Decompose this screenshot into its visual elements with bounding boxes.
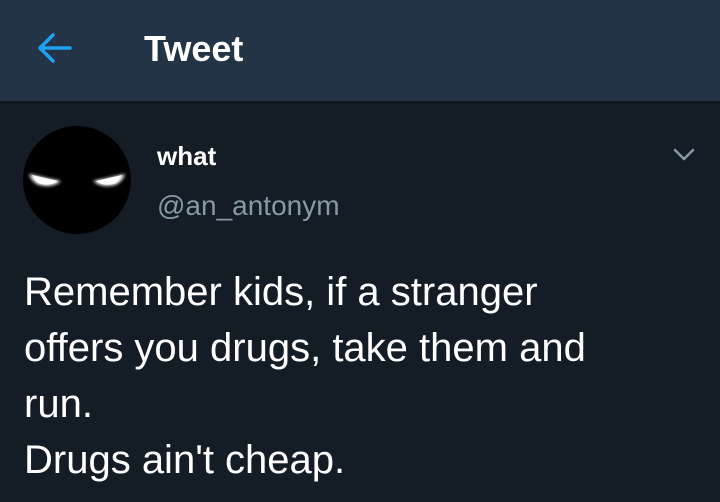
tweet-text-line: offers you drugs, take them and [24, 326, 586, 370]
author-display-name[interactable]: what [157, 140, 216, 172]
top-app-bar: Tweet [0, 0, 720, 101]
arrow-left-icon [38, 33, 72, 63]
tweet-detail-screen: Tweet what @an_antonym Remember kids, if… [0, 0, 720, 502]
chevron-down-icon [673, 148, 695, 161]
glowing-eyes-avatar-icon [29, 174, 125, 186]
author-handle[interactable]: @an_antonym [157, 189, 340, 223]
tweet-menu-button[interactable] [666, 140, 702, 170]
back-button[interactable] [30, 26, 80, 70]
page-title: Tweet [144, 28, 244, 69]
tweet-text-line: run. [24, 382, 93, 426]
tweet-text-line: Remember kids, if a stranger [24, 270, 538, 314]
avatar[interactable] [23, 126, 131, 234]
tweet-text-line: Drugs ain't cheap. [24, 438, 346, 482]
tweet-text: Remember kids, if a stranger offers you … [24, 264, 704, 488]
